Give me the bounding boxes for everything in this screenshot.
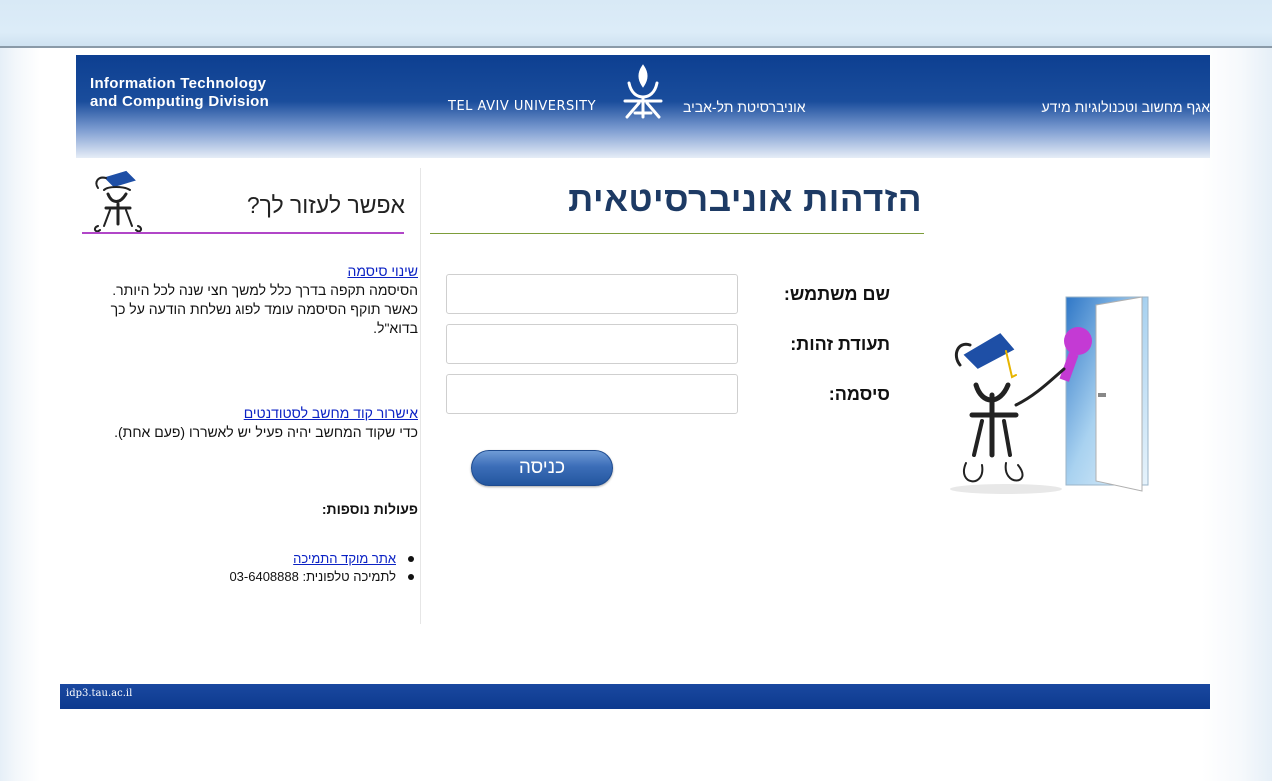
browser-chrome-top — [0, 0, 1272, 46]
division-en: Information Technology and Computing Div… — [90, 75, 269, 111]
mascot-door-key-icon — [950, 296, 1149, 494]
change-password-text1: הסיסמה תקפה בדרך כלל למשך חצי שנה לכל הי… — [112, 282, 418, 298]
password-field[interactable] — [446, 374, 738, 414]
id-number-field[interactable] — [446, 324, 738, 364]
computer-code-section: אישרור קוד מחשב לסטודנטים כדי שקוד המחשב… — [82, 404, 418, 442]
division-en-line2: and Computing Division — [90, 93, 270, 110]
login-button[interactable]: כניסה — [471, 450, 613, 486]
computer-code-link[interactable]: אישרור קוד מחשב לסטודנטים — [244, 405, 418, 421]
password-label: סיסמה: — [828, 384, 890, 404]
change-password-link[interactable]: שינוי סיסמה — [347, 263, 418, 279]
username-label: שם משתמש: — [783, 284, 890, 304]
university-name-he: אוניברסיטת תל-אביב — [683, 99, 806, 115]
page-right-edge — [1202, 48, 1272, 781]
more-actions-title: פעולות נוספות: — [321, 501, 418, 517]
phone-support-text: לתמיכה טלפונית: 03-6408888 — [229, 569, 396, 584]
bullet-icon — [408, 556, 414, 562]
support-site-link[interactable]: אתר מוקד התמיכה — [293, 551, 396, 566]
help-title: אפשר לעזור לך? — [246, 192, 405, 218]
mascot-icon — [93, 170, 143, 233]
header-banner: Information Technology and Computing Div… — [76, 55, 1210, 158]
help-title-underline — [82, 232, 404, 234]
list-item: לתמיכה טלפונית: 03-6408888 — [82, 568, 418, 586]
change-password-section: שינוי סיסמה הסיסמה תקפה בדרך כלל למשך חצ… — [82, 262, 418, 338]
page-left-edge — [0, 48, 40, 781]
footer-bar: idp3.tau.ac.il — [60, 684, 1210, 709]
computer-code-text: כדי שקוד המחשב יהיה פעיל יש לאשררו (פעם … — [114, 424, 418, 440]
column-divider — [420, 168, 421, 624]
more-actions-section: פעולות נוספות: — [82, 500, 418, 519]
division-he: אגף מחשוב וטכנולוגיות מידע — [1041, 99, 1210, 115]
page-title: הזדהות אוניברסיטאית — [568, 180, 922, 219]
browser-chrome-divider — [0, 46, 1272, 48]
footer-host: idp3.tau.ac.il — [66, 688, 133, 699]
division-en-line1: Information Technology — [90, 75, 267, 92]
tau-logo-icon — [623, 64, 663, 119]
id-label: תעודת זהות: — [790, 334, 890, 354]
bullet-icon — [408, 574, 414, 580]
page-title-underline — [430, 233, 924, 234]
change-password-text2: כאשר תוקף הסיסמה עומד לפוג נשלחת הודעה ע… — [110, 301, 418, 336]
university-name-en: TEL AVIV UNIVERSITY — [448, 99, 597, 114]
list-item: אתר מוקד התמיכה — [82, 550, 418, 568]
username-field[interactable] — [446, 274, 738, 314]
more-actions-list: אתר מוקד התמיכה לתמיכה טלפונית: 03-64088… — [82, 550, 418, 586]
